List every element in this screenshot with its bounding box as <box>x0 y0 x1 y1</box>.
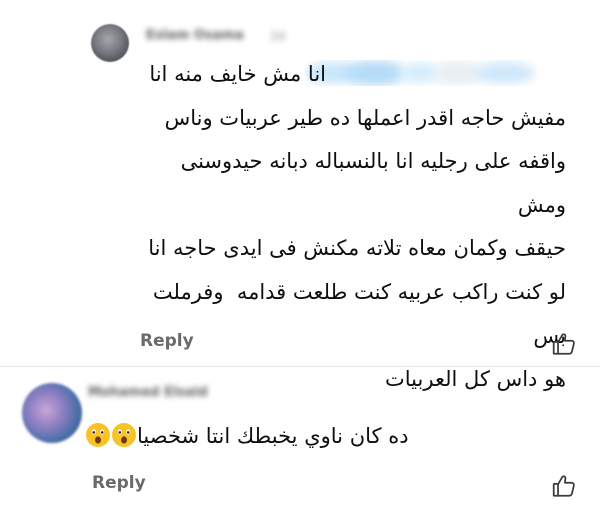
comment-timestamp: 2d <box>270 29 286 43</box>
comment-line: حيقف وكمان معاه تلاته مكنش فى ايدى حاجه … <box>148 236 566 261</box>
comment-divider <box>0 366 600 367</box>
astonished-face-icon <box>85 421 111 447</box>
reply-button[interactable]: Reply <box>92 473 146 493</box>
astonished-face-icon <box>111 421 137 447</box>
reply-button[interactable]: Reply <box>140 331 194 351</box>
commenter-name[interactable]: Mohamed Elsaid <box>88 385 208 400</box>
thumbs-up-icon[interactable] <box>551 331 577 357</box>
commenter-avatar[interactable] <box>22 383 82 443</box>
thumbs-up-icon[interactable] <box>551 473 577 499</box>
comment-line: مفيش حاجه اقدر اعملها ده طير عربيات وناس <box>164 105 566 130</box>
comment-line: انا مش خايف منه انا <box>149 62 326 86</box>
comment-text: ده كان ناوي يخبطك انتا شخصيا <box>85 416 455 456</box>
commenter-name[interactable]: Eslam Osama <box>146 28 244 43</box>
comment-line: ده كان ناوي يخبطك انتا شخصيا <box>137 424 409 448</box>
commenter-avatar[interactable] <box>91 24 129 62</box>
comment-line: واقفه على رجليه انا بالنسباله دبانه حيدو… <box>180 149 566 217</box>
